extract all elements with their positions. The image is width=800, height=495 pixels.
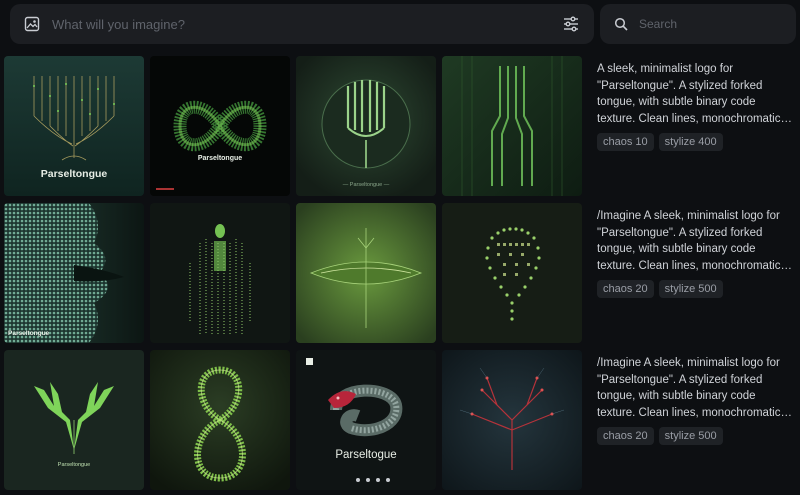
generated-image[interactable]: Parseltogue <box>296 350 436 490</box>
binary-figure-art <box>150 203 290 343</box>
prompt-text[interactable]: /Imagine A sleek, minimalist logo for "P… <box>597 208 797 274</box>
prompt-info: /Imagine A sleek, minimalist logo for "P… <box>597 355 797 445</box>
generated-image[interactable]: Parseltongue <box>4 350 144 490</box>
imagine-prompt-bar[interactable] <box>10 4 594 44</box>
antler-logo-art <box>4 350 144 490</box>
sliders-icon[interactable] <box>562 15 580 33</box>
image-caption: Parseltongue <box>40 168 108 180</box>
parameter-chip[interactable]: stylize 400 <box>658 133 723 151</box>
binary-head-art <box>442 203 582 343</box>
image-caption: Parseltongue <box>8 330 50 337</box>
image-grid: Parseltongue Parseltongue — Parseltongue… <box>4 56 582 490</box>
generated-image[interactable]: Parseltongue <box>4 203 144 343</box>
search-bar[interactable] <box>600 4 796 44</box>
generated-image[interactable]: Parseltongue <box>4 56 144 196</box>
parameter-chip[interactable]: chaos 20 <box>597 427 654 445</box>
forked-tongue-circle-art <box>296 56 436 196</box>
generated-image[interactable] <box>442 56 582 196</box>
figure-eight-snake-art <box>150 350 290 490</box>
serpent-lips-art <box>4 203 144 343</box>
prompt-info: /Imagine A sleek, minimalist logo for "P… <box>597 208 797 298</box>
image-icon[interactable] <box>24 16 40 32</box>
green-tongue-art <box>296 203 436 343</box>
infinity-logo-art <box>150 56 290 196</box>
imagine-prompt-input[interactable] <box>50 15 562 33</box>
generated-image[interactable]: Parseltongue <box>150 56 290 196</box>
parameter-chip[interactable]: stylize 500 <box>658 280 723 298</box>
image-caption: Parseltongue <box>197 155 243 162</box>
prompt-text[interactable]: /Imagine A sleek, minimalist logo for "P… <box>597 355 797 421</box>
search-icon <box>614 17 628 31</box>
parameter-chip[interactable]: chaos 20 <box>597 280 654 298</box>
parameter-chip[interactable]: stylize 500 <box>658 427 723 445</box>
generated-image[interactable] <box>150 350 290 490</box>
red-serpent-logo-art <box>296 350 436 490</box>
prompt-text[interactable]: A sleek, minimalist logo for "Parseltong… <box>597 61 797 127</box>
generated-image[interactable] <box>150 203 290 343</box>
search-input[interactable] <box>637 16 782 32</box>
prompt-info: A sleek, minimalist logo for "Parseltong… <box>597 61 797 151</box>
circuit-lines-art <box>442 56 582 196</box>
image-caption: Parseltogue <box>335 449 397 461</box>
image-caption: — Parseltongue — <box>342 182 390 188</box>
generated-image[interactable] <box>296 203 436 343</box>
generated-image[interactable]: — Parseltongue — <box>296 56 436 196</box>
image-caption: Parseltongue <box>57 462 91 468</box>
red-tree-art <box>442 350 582 490</box>
parameter-chip[interactable]: chaos 10 <box>597 133 654 151</box>
generated-image[interactable] <box>442 350 582 490</box>
generated-image[interactable] <box>442 203 582 343</box>
